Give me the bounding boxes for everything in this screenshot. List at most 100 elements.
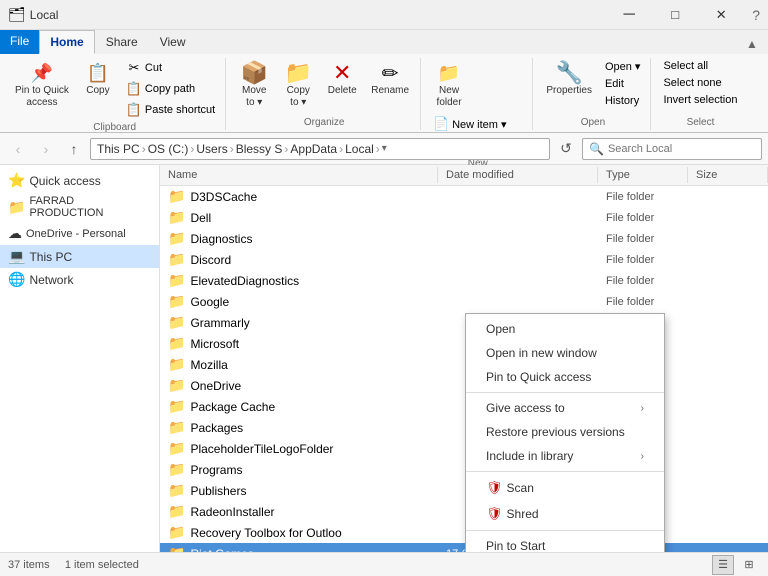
copy-button[interactable]: 📋 Copy <box>76 58 120 100</box>
new-item-button[interactable]: 📄 New item ▾ <box>429 114 510 134</box>
ctx-give-access[interactable]: Give access to › <box>466 396 664 420</box>
ribbon-group-new: 📁 Newfolder 📄 New item ▾ 📌 Easy access ▾… <box>423 58 533 130</box>
pin-to-quick-access-button[interactable]: 📌 Pin to Quickaccess <box>10 58 74 112</box>
maximize-button[interactable]: □ <box>652 0 698 30</box>
sidebar-item-this-pc[interactable]: 💻 This PC <box>0 245 159 268</box>
ctx-open-new-window[interactable]: Open in new window <box>466 341 664 365</box>
breadcrumb-item-osc[interactable]: OS (C:) <box>148 142 189 156</box>
folder-icon: 📁 <box>168 251 185 268</box>
column-header-name[interactable]: Name <box>160 167 438 183</box>
breadcrumb-dropdown-icon[interactable]: ▾ <box>382 143 387 154</box>
network-icon: 🌐 <box>8 271 25 288</box>
forward-button[interactable]: › <box>34 137 58 161</box>
paste-shortcut-button[interactable]: 📋 Paste shortcut <box>122 100 219 120</box>
refresh-button[interactable]: ↺ <box>554 137 578 161</box>
sidebar-item-onedrive[interactable]: ☁ OneDrive - Personal <box>0 222 159 245</box>
tab-file[interactable]: File <box>0 30 39 54</box>
search-box[interactable]: 🔍 <box>582 138 762 160</box>
ctx-pin-start[interactable]: Pin to Start <box>466 534 664 552</box>
column-header-date[interactable]: Date modified <box>438 167 598 183</box>
copy-path-button[interactable]: 📋 Copy path <box>122 79 219 99</box>
table-row[interactable]: 📁Dell File folder <box>160 207 768 228</box>
select-all-button[interactable]: Select all <box>659 58 741 74</box>
folder-icon: 📁 <box>168 524 185 541</box>
column-header-type[interactable]: Type <box>598 167 688 183</box>
sidebar-item-quick-access[interactable]: ⭐ Quick access <box>0 169 159 192</box>
table-row[interactable]: 📁Google File folder <box>160 291 768 312</box>
folder-icon: 📁 <box>168 398 185 415</box>
open-dropdown-button[interactable]: Open ▾ <box>601 58 645 75</box>
onedrive-icon: ☁ <box>8 225 22 242</box>
close-button[interactable]: ✕ <box>698 0 744 30</box>
select-none-button[interactable]: Select none <box>659 75 741 91</box>
table-row[interactable]: 📁Mozilla File folder <box>160 354 768 375</box>
table-row[interactable]: 📁Publishers File folder <box>160 480 768 501</box>
tab-home[interactable]: Home <box>39 30 94 54</box>
ctx-restore-versions[interactable]: Restore previous versions <box>466 420 664 444</box>
ctx-separator-1 <box>466 392 664 393</box>
ctx-shred[interactable]: 🛡 Shred <box>466 501 664 527</box>
collapse-ribbon-icon[interactable]: ▲ <box>740 32 764 56</box>
ctx-pin-quick-access[interactable]: Pin to Quick access <box>466 365 664 389</box>
table-row[interactable]: 📁RadeonInstaller File folder <box>160 501 768 522</box>
ctx-include-library[interactable]: Include in library › <box>466 444 664 468</box>
table-row[interactable]: 📁Microsoft File folder <box>160 333 768 354</box>
breadcrumb-item-local[interactable]: Local <box>345 142 374 156</box>
large-icons-view-button[interactable]: ⊞ <box>738 555 760 575</box>
history-button[interactable]: History <box>601 93 645 109</box>
folder-icon: 📁 <box>168 377 185 394</box>
delete-icon: ✕ <box>330 61 354 85</box>
breadcrumb-item-thispc[interactable]: This PC <box>97 142 140 156</box>
table-row[interactable]: 📁Diagnostics File folder <box>160 228 768 249</box>
back-button[interactable]: ‹ <box>6 137 30 161</box>
minimize-button[interactable]: ─ <box>606 0 652 30</box>
breadcrumb-item-users[interactable]: Users <box>196 142 227 156</box>
rename-button[interactable]: ✏ Rename <box>366 58 414 100</box>
invert-selection-button[interactable]: Invert selection <box>659 92 741 108</box>
table-row[interactable]: 📁PlaceholderTileLogoFolder File folder <box>160 438 768 459</box>
ctx-separator-2 <box>466 471 664 472</box>
details-view-button[interactable]: ☰ <box>712 555 734 575</box>
tab-view[interactable]: View <box>149 30 197 54</box>
table-row[interactable]: 📁Recovery Toolbox for Outloo File folder <box>160 522 768 543</box>
rename-icon: ✏ <box>378 61 402 85</box>
table-row[interactable]: 📁Grammarly File folder <box>160 312 768 333</box>
move-to-button[interactable]: 📦 Moveto ▾ <box>234 58 274 112</box>
table-row[interactable]: 📁Packages File folder <box>160 417 768 438</box>
sidebar: ⭐ Quick access 📁 FARRAD PRODUCTION ☁ One… <box>0 165 160 552</box>
delete-button[interactable]: ✕ Delete <box>322 58 362 100</box>
tab-share[interactable]: Share <box>95 30 149 54</box>
edit-button[interactable]: Edit <box>601 76 645 92</box>
column-header-size[interactable]: Size <box>688 167 768 183</box>
table-row[interactable]: 📁OneDrive File folder <box>160 375 768 396</box>
sidebar-item-network[interactable]: 🌐 Network <box>0 268 159 291</box>
folder-icon: 📁 <box>168 335 185 352</box>
table-row[interactable]: 📁Package Cache File folder <box>160 396 768 417</box>
breadcrumb[interactable]: This PC › OS (C:) › Users › Blessy S › A… <box>90 138 550 160</box>
scan-icon: 🛡 <box>486 480 503 496</box>
ctx-open[interactable]: Open <box>466 317 664 341</box>
copy-to-button[interactable]: 📁 Copyto ▾ <box>278 58 318 112</box>
breadcrumb-item-appdata[interactable]: AppData <box>290 142 337 156</box>
sidebar-item-farrad[interactable]: 📁 FARRAD PRODUCTION <box>0 192 159 222</box>
ctx-scan[interactable]: 🛡 Scan <box>466 475 664 501</box>
folder-icon: 📁 <box>168 503 185 520</box>
this-pc-icon: 💻 <box>8 248 25 265</box>
properties-button[interactable]: 🔧 Properties <box>541 58 597 100</box>
new-folder-button[interactable]: 📁 Newfolder <box>429 58 469 112</box>
question-icon[interactable]: ? <box>752 7 760 23</box>
table-row[interactable]: 📁Programs File folder <box>160 459 768 480</box>
table-row[interactable]: 📁ElevatedDiagnostics File folder <box>160 270 768 291</box>
cut-button[interactable]: ✂ Cut <box>122 58 219 78</box>
search-input[interactable] <box>608 143 755 155</box>
quick-access-icon: ⭐ <box>8 172 25 189</box>
up-button[interactable]: ↑ <box>62 137 86 161</box>
window-icon: 🗂 <box>8 6 26 23</box>
breadcrumb-item-blessys[interactable]: Blessy S <box>236 142 283 156</box>
new-item-icon: 📄 <box>433 116 449 132</box>
ribbon-tabs: File Home Share View ▲ <box>0 30 768 54</box>
address-bar: ‹ › ↑ This PC › OS (C:) › Users › Blessy… <box>0 133 768 165</box>
table-row[interactable]: 📁Discord File folder <box>160 249 768 270</box>
table-row[interactable]: 📁D3DSCache File folder <box>160 186 768 207</box>
table-row-riot-games[interactable]: 📁Riot Games 17-03-2022 04:50 PM File fol… <box>160 543 768 552</box>
